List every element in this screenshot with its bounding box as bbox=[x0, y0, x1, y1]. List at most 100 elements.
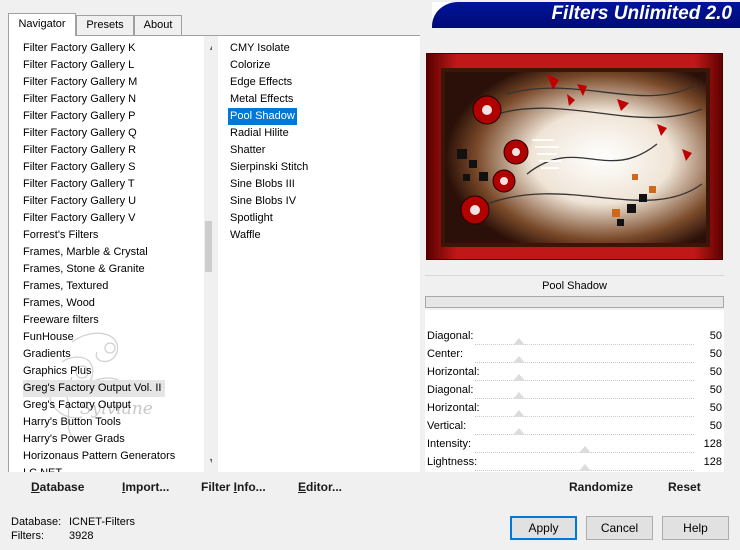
param-value: 50 bbox=[709, 366, 722, 378]
param-value: 128 bbox=[703, 456, 722, 468]
tab-navigator[interactable]: Navigator bbox=[8, 13, 76, 36]
param-slider-track[interactable] bbox=[475, 416, 694, 417]
param-label: Diagonal: bbox=[427, 330, 474, 342]
param-value: 50 bbox=[709, 348, 722, 360]
category-list[interactable]: Sylviane ▲ ▼ Filter Factory Gallery KFil… bbox=[8, 36, 212, 472]
param-slider-track[interactable] bbox=[475, 380, 694, 381]
param-row[interactable]: Intensity: 128 bbox=[425, 436, 724, 454]
database-button[interactable]: Database bbox=[31, 480, 84, 494]
param-row[interactable]: Horizontal: 50 bbox=[425, 364, 724, 382]
filter-item[interactable]: Sine Blobs III bbox=[230, 176, 295, 193]
list-toolbar: Database Import... Filter Info... Editor… bbox=[14, 474, 420, 500]
apply-button[interactable]: Apply bbox=[510, 516, 577, 540]
filter-item[interactable]: Edge Effects bbox=[230, 74, 292, 91]
category-item[interactable]: Graphics Plus bbox=[23, 363, 91, 380]
params-toolbar: Randomize Reset bbox=[425, 474, 724, 500]
category-item[interactable]: Forrest's Filters bbox=[23, 227, 98, 244]
category-item[interactable]: Filter Factory Gallery T bbox=[23, 176, 135, 193]
randomize-button[interactable]: Randomize bbox=[569, 480, 633, 494]
app-banner: Filters Unlimited 2.0 bbox=[432, 2, 740, 28]
category-item[interactable]: Frames, Marble & Crystal bbox=[23, 244, 148, 261]
category-item[interactable]: Filter Factory Gallery L bbox=[23, 57, 134, 74]
param-slider-track[interactable] bbox=[475, 434, 694, 435]
category-item[interactable]: Frames, Stone & Granite bbox=[23, 261, 145, 278]
category-scrollbar[interactable]: ▲ ▼ bbox=[204, 36, 212, 472]
filter-info-button[interactable]: Filter Info... bbox=[201, 480, 266, 494]
param-value: 50 bbox=[709, 384, 722, 396]
category-item[interactable]: Horizonaus Pattern Generators bbox=[23, 448, 175, 465]
category-item[interactable]: FunHouse bbox=[23, 329, 74, 346]
filter-item[interactable]: Colorize bbox=[230, 57, 270, 74]
help-button[interactable]: Help bbox=[662, 516, 729, 540]
category-item[interactable]: Freeware filters bbox=[23, 312, 99, 329]
category-item[interactable]: Filter Factory Gallery Q bbox=[23, 125, 137, 142]
filter-list[interactable]: CMY Isolate Colorize Edge Effects Metal Eff… bbox=[218, 36, 420, 472]
preview-image bbox=[426, 53, 723, 260]
filter-item[interactable]: Metal Effects bbox=[230, 91, 293, 108]
category-item[interactable]: Gradients bbox=[23, 346, 71, 363]
scroll-down-icon[interactable]: ▼ bbox=[204, 453, 212, 470]
param-row[interactable]: Diagonal: 50 bbox=[425, 328, 724, 346]
tab-about[interactable]: About bbox=[134, 15, 182, 35]
filter-item[interactable]: Sine Blobs IV bbox=[230, 193, 296, 210]
param-label: Center: bbox=[427, 348, 464, 360]
param-row[interactable]: Center: 50 bbox=[425, 346, 724, 364]
params-progress-bar bbox=[425, 296, 724, 308]
status-filters-value: 3928 bbox=[69, 530, 94, 542]
param-slider-thumb[interactable] bbox=[512, 410, 525, 417]
category-item[interactable]: I.C.NET bbox=[23, 465, 62, 472]
param-value: 50 bbox=[709, 402, 722, 414]
param-slider-track[interactable] bbox=[475, 398, 694, 399]
param-row[interactable]: Horizontal: 50 bbox=[425, 400, 724, 418]
category-item[interactable]: Harry's Button Tools bbox=[23, 414, 121, 431]
param-slider-track[interactable] bbox=[475, 344, 694, 345]
category-item[interactable]: Filter Factory Gallery N bbox=[23, 91, 136, 108]
filter-item[interactable]: Waffle bbox=[230, 227, 261, 244]
reset-button[interactable]: Reset bbox=[668, 480, 701, 494]
cancel-button[interactable]: Cancel bbox=[586, 516, 653, 540]
param-value: 50 bbox=[709, 330, 722, 342]
param-slider-thumb[interactable] bbox=[578, 446, 591, 453]
param-row[interactable]: Diagonal: 50 bbox=[425, 382, 724, 400]
status-database: Database: ICNET-Filters bbox=[11, 516, 135, 528]
category-item[interactable]: Filter Factory Gallery U bbox=[23, 193, 136, 210]
param-label: Horizontal: bbox=[427, 366, 480, 378]
scroll-up-icon[interactable]: ▲ bbox=[204, 39, 212, 56]
tab-presets[interactable]: Presets bbox=[76, 15, 134, 35]
category-item[interactable]: Filter Factory Gallery M bbox=[23, 74, 137, 91]
param-row[interactable]: Lightness: 128 bbox=[425, 454, 724, 472]
param-slider-thumb[interactable] bbox=[578, 464, 591, 471]
category-item[interactable]: Greg's Factory Output bbox=[23, 397, 131, 414]
category-item[interactable]: Filter Factory Gallery K bbox=[23, 40, 135, 57]
param-slider-thumb[interactable] bbox=[512, 338, 525, 345]
param-row[interactable]: Vertical: 50 bbox=[425, 418, 724, 436]
filter-item[interactable]: Shatter bbox=[230, 142, 265, 159]
param-slider-thumb[interactable] bbox=[512, 374, 525, 381]
param-slider-track[interactable] bbox=[475, 362, 694, 363]
category-item[interactable]: Harry's Power Grads bbox=[23, 431, 125, 448]
filter-item[interactable]: Sierpinski Stitch bbox=[230, 159, 308, 176]
banner-stripe bbox=[432, 26, 740, 28]
scroll-thumb[interactable] bbox=[205, 221, 212, 272]
filter-item[interactable]: Spotlight bbox=[230, 210, 273, 227]
import-button[interactable]: Import... bbox=[122, 480, 169, 494]
param-label: Vertical: bbox=[427, 420, 467, 432]
category-item[interactable]: Greg's Factory Output Vol. II bbox=[23, 380, 166, 397]
param-label: Diagonal: bbox=[427, 384, 474, 396]
category-item[interactable]: Frames, Textured bbox=[23, 278, 108, 295]
category-item[interactable]: Filter Factory Gallery V bbox=[23, 210, 135, 227]
category-item[interactable]: Frames, Wood bbox=[23, 295, 95, 312]
category-item[interactable]: Filter Factory Gallery S bbox=[23, 159, 135, 176]
param-value: 128 bbox=[703, 438, 722, 450]
filter-item[interactable]: Radial Hilite bbox=[230, 125, 289, 142]
category-item[interactable]: Filter Factory Gallery R bbox=[23, 142, 136, 159]
editor-button[interactable]: Editor... bbox=[298, 480, 342, 494]
category-item[interactable]: Filter Factory Gallery P bbox=[23, 108, 135, 125]
status-filters: Filters: 3928 bbox=[11, 530, 93, 542]
param-label: Horizontal: bbox=[427, 402, 480, 414]
filter-item[interactable]: CMY Isolate bbox=[230, 40, 290, 57]
param-slider-thumb[interactable] bbox=[512, 392, 525, 399]
param-slider-thumb[interactable] bbox=[512, 428, 525, 435]
param-slider-thumb[interactable] bbox=[512, 356, 525, 363]
filter-item[interactable]: Pool Shadow bbox=[228, 108, 297, 125]
